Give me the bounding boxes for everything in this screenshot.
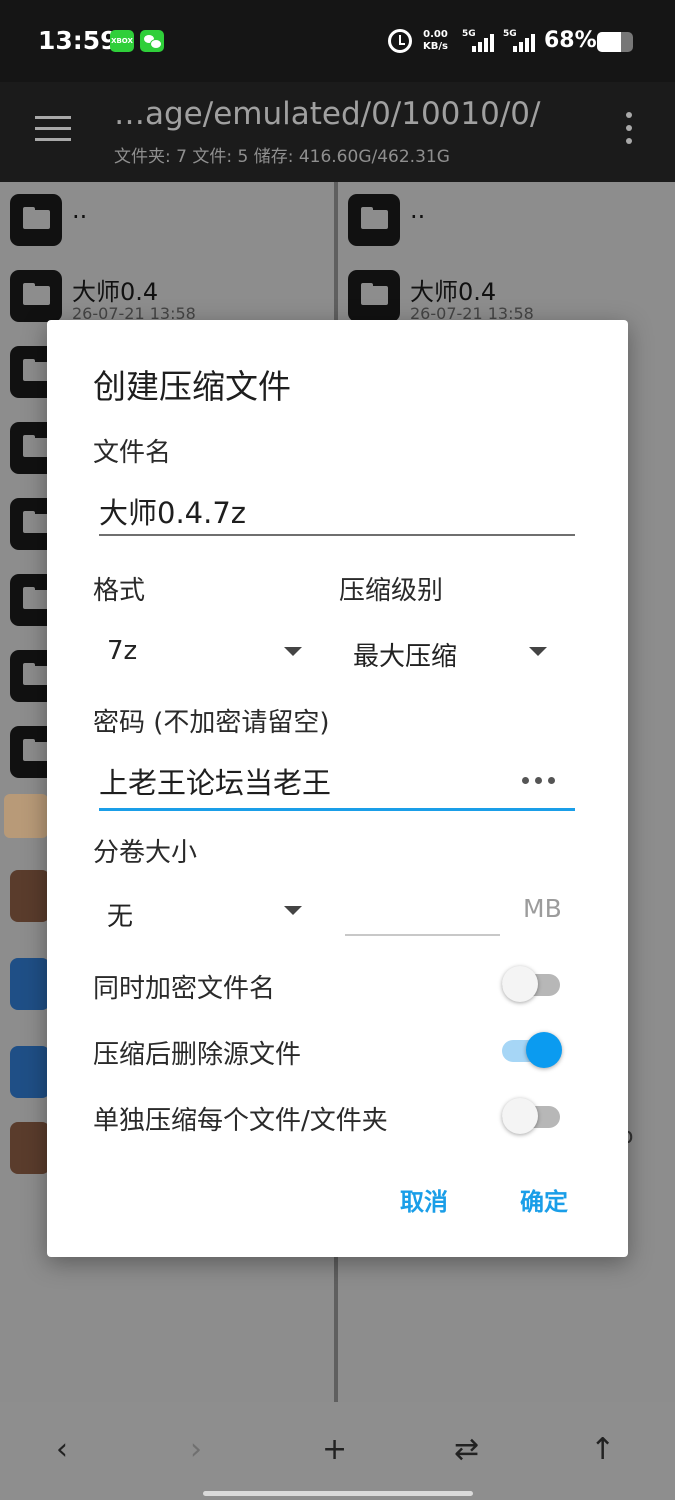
network-speed: 0.00 KB/s (423, 29, 448, 53)
confirm-button[interactable]: 确定 (520, 1182, 568, 1217)
add-icon[interactable]: + (322, 1432, 347, 1467)
battery-icon (597, 32, 633, 52)
image-thumbnail-icon[interactable] (4, 794, 48, 838)
file-name: .. (72, 196, 88, 224)
create-archive-dialog: 创建压缩文件 文件名 格式 压缩级别 7z 最大压缩 密码 (不加密请留空) 分… (47, 320, 628, 1257)
archive-file-icon[interactable] (10, 870, 50, 922)
chevron-down-icon (529, 647, 547, 656)
xbox-app-icon: XBOX (110, 30, 134, 52)
current-path: …age/emulated/0/10010/0/ (114, 96, 541, 132)
encrypt-filenames-switch[interactable] (502, 964, 562, 1004)
compression-level-label: 压缩级别 (339, 576, 444, 606)
chevron-down-icon (284, 906, 302, 915)
password-underline (99, 808, 575, 811)
network-speed-unit: KB/s (423, 41, 448, 52)
volume-unit-label: MB (523, 894, 562, 923)
signal-type-label: 5G (462, 29, 476, 39)
format-select-value: 7z (107, 636, 138, 666)
gesture-bar[interactable] (203, 1491, 473, 1496)
folder-icon (10, 270, 62, 322)
file-name: 大师0.4 (410, 278, 497, 306)
status-bar: 13:59 XBOX 0.00 KB/s 5G 5G 68% (0, 0, 675, 82)
wechat-icon (140, 30, 164, 52)
chevron-down-icon (284, 647, 302, 656)
cancel-button[interactable]: 取消 (400, 1182, 448, 1217)
volume-size-input[interactable] (345, 890, 495, 932)
hamburger-menu-icon[interactable] (35, 116, 71, 142)
delete-source-switch[interactable] (502, 1030, 562, 1070)
network-speed-value: 0.00 (423, 29, 448, 40)
battery-percent: 68% (544, 28, 597, 53)
battery-level-fill (597, 32, 622, 52)
document-file-icon[interactable] (10, 958, 50, 1010)
compression-level-value: 最大压缩 (353, 642, 458, 672)
folder-icon (10, 194, 62, 246)
file-name: 大师0.4 (72, 278, 159, 306)
volume-size-value: 无 (107, 902, 134, 932)
delete-source-label: 压缩后删除源文件 (93, 1040, 302, 1070)
format-label: 格式 (93, 576, 146, 606)
document-file-icon[interactable] (10, 1046, 50, 1098)
filename-underline (99, 534, 575, 536)
password-visibility-icon[interactable] (522, 777, 556, 787)
alarm-icon (388, 29, 412, 53)
up-directory-icon[interactable]: ↑ (590, 1432, 615, 1467)
app-toolbar: …age/emulated/0/10010/0/ 文件夹: 7 文件: 5 储存… (0, 82, 675, 182)
archive-file-icon[interactable] (10, 1122, 50, 1174)
folder-icon (348, 194, 400, 246)
filename-input[interactable] (99, 488, 569, 534)
signal-strength-icon: 5G (462, 29, 496, 54)
file-row-parent[interactable]: .. (0, 182, 334, 258)
dialog-title: 创建压缩文件 (93, 367, 291, 406)
more-options-icon[interactable] (624, 112, 634, 146)
status-time: 13:59 (38, 26, 118, 55)
back-arrow-icon[interactable]: ‹ (56, 1432, 68, 1467)
separate-archives-switch[interactable] (502, 1096, 562, 1136)
password-input[interactable] (99, 758, 509, 804)
volume-size-underline (345, 934, 500, 936)
signal-type-label: 5G (503, 29, 517, 39)
file-name: .. (410, 196, 426, 224)
bottom-navigation-bar: ‹ › + ⇄ ↑ (0, 1402, 675, 1500)
signal-strength-icon: 5G (503, 29, 537, 54)
filename-label: 文件名 (93, 438, 172, 468)
swap-panes-icon[interactable]: ⇄ (454, 1432, 479, 1467)
encrypt-filenames-label: 同时加密文件名 (93, 974, 276, 1004)
path-summary: 文件夹: 7 文件: 5 储存: 416.60G/462.31G (114, 147, 450, 167)
folder-icon (348, 270, 400, 322)
forward-arrow-icon[interactable]: › (190, 1432, 202, 1467)
volume-size-label: 分卷大小 (93, 838, 198, 868)
password-label: 密码 (不加密请留空) (93, 708, 330, 738)
separate-archives-label: 单独压缩每个文件/文件夹 (93, 1106, 388, 1136)
file-row-parent[interactable]: .. (338, 182, 675, 258)
